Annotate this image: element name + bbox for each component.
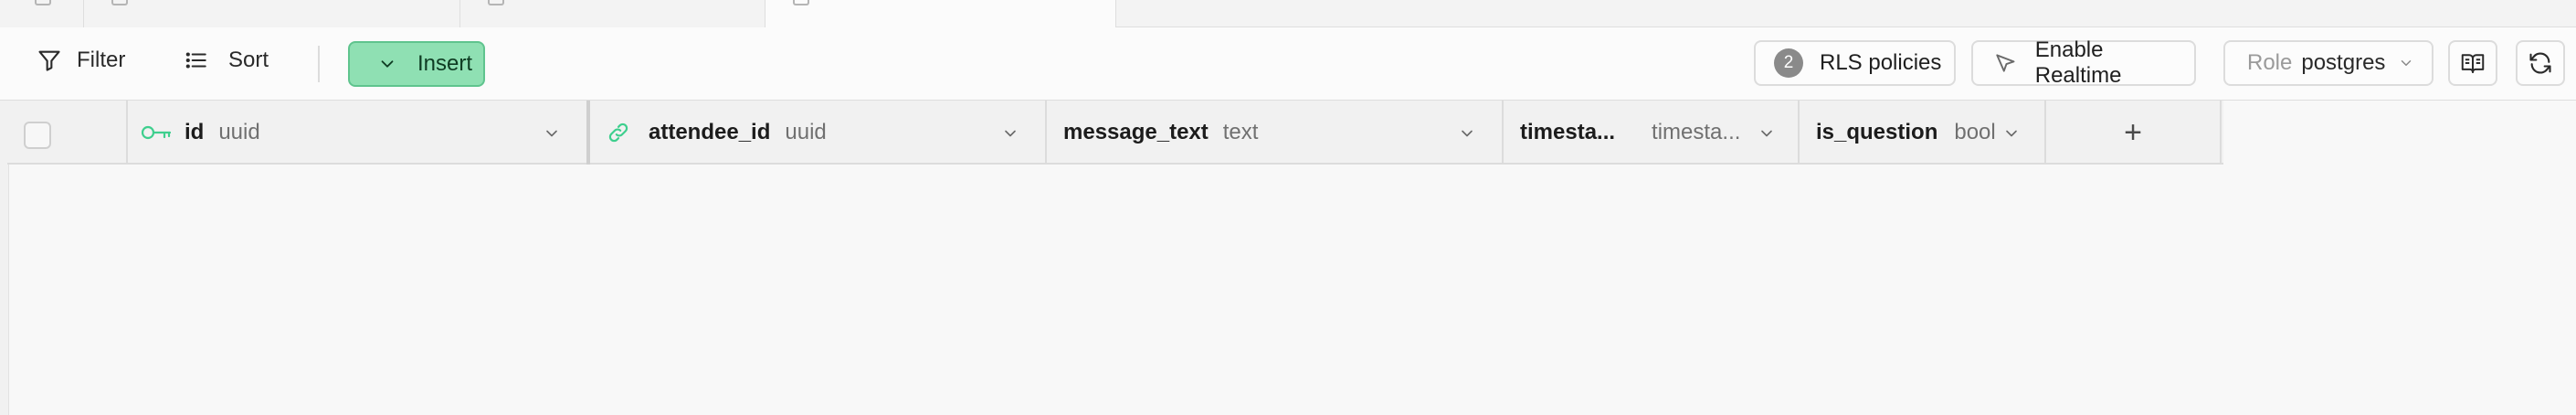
refresh-button[interactable] [2516,40,2565,86]
column-type: timesta... [1652,120,1741,144]
column-header-message-text[interactable]: message_text text [1047,101,1504,165]
column-type: uuid [218,120,260,144]
chevron-down-icon[interactable] [543,124,561,143]
column-type: uuid [785,120,827,144]
column-name: is_question [1816,120,1938,144]
column-name: attendee_id [649,120,771,144]
table-icon [793,0,809,5]
rls-label: RLS policies [1820,50,1942,75]
refresh-icon [2529,52,2551,74]
grid-header: id uuid attendee_id uuid message_text te… [7,101,2223,165]
book-icon [2461,54,2485,73]
column-header-is-question[interactable]: is_question bool [1800,101,2046,165]
key-icon [141,125,172,140]
tab-menu[interactable] [0,0,84,27]
tab-table-1[interactable] [84,0,460,27]
table-icon [35,0,51,5]
filter-icon [38,50,60,71]
realtime-label: Enable Realtime [2034,37,2122,88]
column-type: bool [1954,120,1996,144]
rls-count-badge: 2 [1774,48,1803,78]
cursor-icon [1996,54,2015,72]
filter-label: Filter [77,48,126,72]
link-icon [608,122,628,143]
sort-label: Sort [228,48,269,72]
column-header-id[interactable]: id uuid [128,101,590,165]
grid-body-empty [9,166,2576,415]
insert-label: Insert [417,51,473,76]
column-header-timestamp[interactable]: timesta... timesta... [1504,101,1800,165]
chevron-down-icon[interactable] [1001,124,1019,143]
enable-realtime-button[interactable]: Enable Realtime [1971,37,2196,88]
list-icon [185,52,206,69]
chevron-down-icon[interactable] [1458,124,1476,143]
column-name: id [185,120,205,144]
tab-table-2[interactable] [460,0,765,27]
column-name: timesta... [1520,120,1616,144]
chevron-down-icon[interactable] [2002,124,2021,143]
tab-strip [0,0,2576,28]
docs-button[interactable] [2448,40,2497,86]
chevron-down-icon [381,60,394,68]
select-all-cell [7,101,128,165]
select-all-checkbox[interactable] [24,122,51,149]
toolbar-divider [318,46,320,82]
tab-table-active[interactable] [765,0,1116,28]
role-select[interactable]: Role postgres [2223,40,2433,86]
plus-icon: + [2124,114,2142,150]
insert-button[interactable]: Insert [348,41,485,87]
column-header-attendee-id[interactable]: attendee_id uuid [590,101,1047,165]
table-icon [111,0,128,5]
chevron-down-icon[interactable] [1758,124,1776,143]
rls-policies-button[interactable]: 2 RLS policies [1754,40,1956,86]
role-prefix: Role [2247,50,2293,75]
role-value: postgres [2301,50,2386,75]
chevron-down-icon [2402,60,2412,66]
column-type: text [1222,120,1259,144]
table-icon [488,0,504,5]
column-name: message_text [1063,120,1209,144]
filter-button[interactable]: Filter [37,40,125,80]
add-column-button[interactable]: + [2046,101,2222,165]
table-toolbar: Filter Sort Insert 2 RLS policies Enable… [0,27,2576,101]
sort-button[interactable]: Sort [185,40,269,80]
